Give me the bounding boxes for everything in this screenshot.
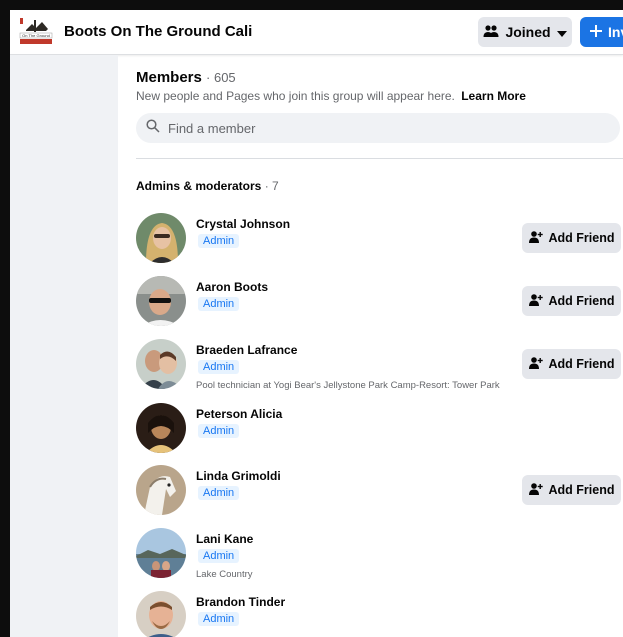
add-friend-button[interactable]: Add Friend <box>522 475 621 505</box>
member-row: Braeden Lafrance Admin Pool technician a… <box>136 339 623 395</box>
left-sidebar <box>10 55 118 637</box>
admin-badge: Admin <box>198 486 240 500</box>
members-panel: Members · 605 New people and Pages who j… <box>118 55 623 637</box>
member-subtitle: Pool technician at Yogi Bear's Jellyston… <box>196 380 500 391</box>
admin-badge: Admin <box>198 549 240 563</box>
member-row: Aaron Boots Admin Add Friend <box>136 276 623 332</box>
members-description-text: New people and Pages who join this group… <box>136 89 455 103</box>
avatar[interactable] <box>136 213 186 263</box>
admins-heading: Admins & moderators · 7 <box>136 179 279 193</box>
add-friend-icon <box>528 482 543 498</box>
avatar[interactable] <box>136 528 186 578</box>
add-friend-button[interactable]: Add Friend <box>522 349 621 379</box>
app-window: On The Ground Boots On The Ground Cali J… <box>10 10 623 637</box>
group-header: On The Ground Boots On The Ground Cali J… <box>10 10 623 55</box>
add-friend-icon <box>528 293 543 309</box>
group-name[interactable]: Boots On The Ground Cali <box>64 23 252 40</box>
admin-badge: Admin <box>198 612 240 626</box>
invite-label: Inv <box>608 24 623 40</box>
member-name[interactable]: Crystal Johnson <box>196 217 290 231</box>
add-friend-button[interactable]: Add Friend <box>522 286 621 316</box>
caret-down-icon <box>556 24 567 40</box>
member-row: Peterson Alicia Admin <box>136 403 623 459</box>
members-description: New people and Pages who join this group… <box>136 89 526 103</box>
add-friend-icon <box>528 356 543 372</box>
search-input[interactable] <box>166 119 590 137</box>
plus-icon <box>590 24 602 40</box>
admin-badge: Admin <box>198 360 240 374</box>
avatar[interactable] <box>136 276 186 326</box>
member-name[interactable]: Aaron Boots <box>196 280 268 294</box>
member-row: Linda Grimoldi Admin Add Friend <box>136 465 623 521</box>
admins-count: · 7 <box>264 179 279 193</box>
joined-label: Joined <box>505 24 551 40</box>
member-name[interactable]: Lani Kane <box>196 532 253 546</box>
add-friend-label: Add Friend <box>548 231 615 245</box>
find-member-search[interactable] <box>136 113 620 143</box>
member-name[interactable]: Brandon Tinder <box>196 595 285 609</box>
add-friend-label: Add Friend <box>548 357 615 371</box>
members-heading: Members · 605 <box>136 69 236 86</box>
admin-badge: Admin <box>198 297 240 311</box>
section-divider <box>136 158 623 159</box>
logo-caption: On The Ground <box>22 33 50 38</box>
avatar[interactable] <box>136 465 186 515</box>
member-row: Crystal Johnson Admin Add Friend <box>136 213 623 269</box>
search-icon <box>146 118 160 138</box>
member-name[interactable]: Braeden Lafrance <box>196 343 297 357</box>
learn-more-link[interactable]: Learn More <box>461 89 526 103</box>
member-name[interactable]: Linda Grimoldi <box>196 469 281 483</box>
avatar[interactable] <box>136 591 186 637</box>
members-title: Members <box>136 69 202 86</box>
member-name[interactable]: Peterson Alicia <box>196 407 282 421</box>
add-friend-button[interactable]: Add Friend <box>522 223 621 253</box>
people-icon <box>483 24 499 41</box>
member-subtitle: Lake Country <box>196 569 253 580</box>
admin-badge: Admin <box>198 234 240 248</box>
add-friend-label: Add Friend <box>548 483 615 497</box>
add-friend-icon <box>528 230 543 246</box>
add-friend-label: Add Friend <box>548 294 615 308</box>
member-row: Brandon Tinder Admin <box>136 591 623 637</box>
avatar[interactable] <box>136 339 186 389</box>
joined-button[interactable]: Joined <box>478 17 572 47</box>
group-logo[interactable]: On The Ground <box>18 16 54 46</box>
admin-badge: Admin <box>198 424 240 438</box>
members-count: · 605 <box>206 70 236 85</box>
invite-button[interactable]: Inv <box>580 17 623 47</box>
admins-title: Admins & moderators <box>136 179 262 193</box>
member-row: Lani Kane Admin Lake Country <box>136 528 623 584</box>
avatar[interactable] <box>136 403 186 453</box>
